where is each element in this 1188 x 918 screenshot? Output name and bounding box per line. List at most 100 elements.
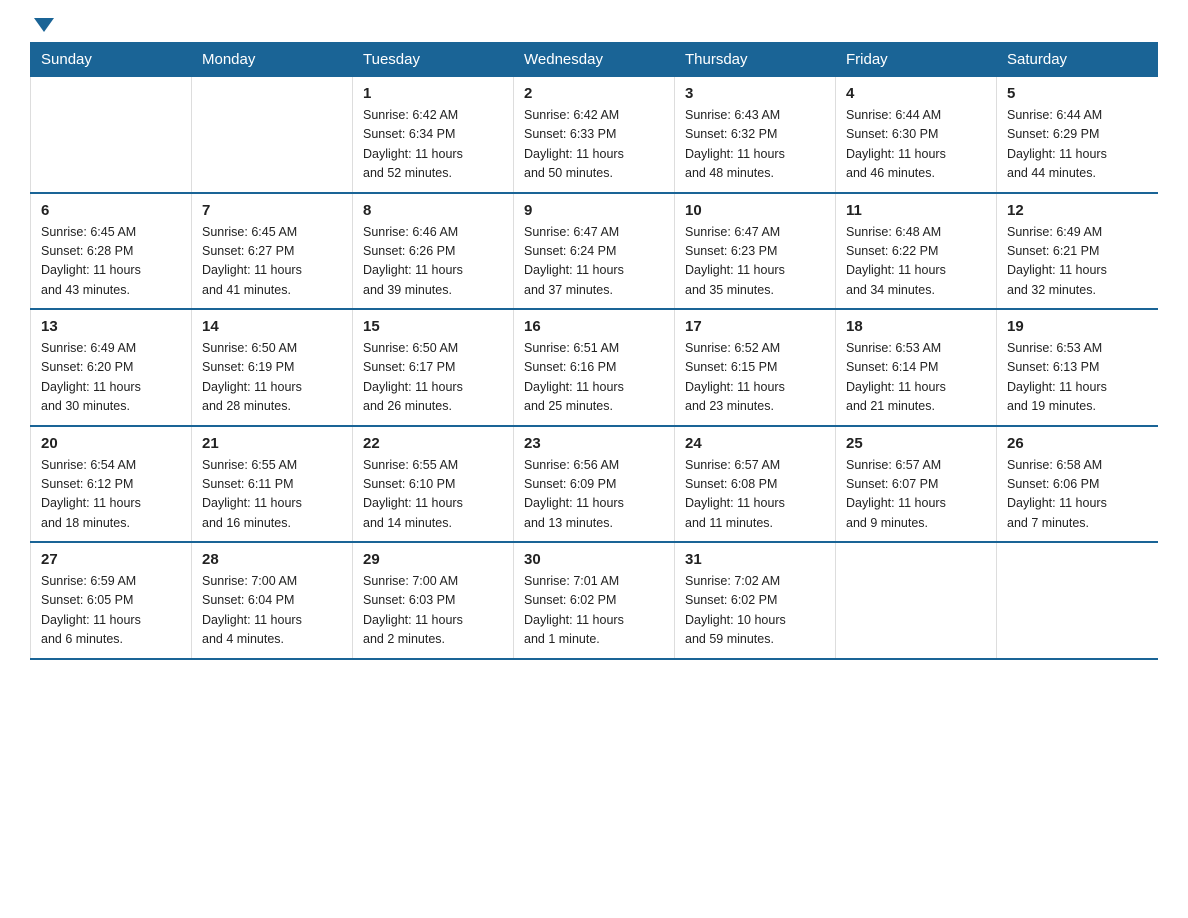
calendar-cell: 16 Sunrise: 6:51 AMSunset: 6:16 PMDayligh… (514, 309, 675, 426)
day-number: 19 (1007, 318, 1148, 335)
calendar-cell (31, 77, 192, 193)
calendar-header-thursday: Thursday (675, 43, 836, 77)
calendar-cell: 6 Sunrise: 6:45 AMSunset: 6:28 PMDaylight… (31, 193, 192, 310)
calendar-header-friday: Friday (836, 43, 997, 77)
day-number: 25 (846, 435, 986, 452)
day-number: 9 (524, 202, 664, 219)
calendar-cell: 31 Sunrise: 7:02 AMSunset: 6:02 PMDayligh… (675, 542, 836, 659)
day-number: 10 (685, 202, 825, 219)
day-number: 11 (846, 202, 986, 219)
day-number: 2 (524, 85, 664, 102)
calendar-cell: 2 Sunrise: 6:42 AMSunset: 6:33 PMDaylight… (514, 77, 675, 193)
day-number: 30 (524, 551, 664, 568)
calendar-cell: 20 Sunrise: 6:54 AMSunset: 6:12 PMDayligh… (31, 426, 192, 543)
calendar-cell: 27Sunrise: 6:59 AMSunset: 6:05 PMDayligh… (31, 542, 192, 659)
day-number: 24 (685, 435, 825, 452)
day-info: Sunrise: 6:51 AMSunset: 6:16 PMDaylight:… (524, 339, 664, 417)
calendar-cell: 9 Sunrise: 6:47 AMSunset: 6:24 PMDaylight… (514, 193, 675, 310)
day-number: 14 (202, 318, 342, 335)
day-info: Sunrise: 6:47 AMSunset: 6:24 PMDaylight:… (524, 223, 664, 301)
day-info: Sunrise: 6:46 AMSunset: 6:26 PMDaylight:… (363, 223, 503, 301)
day-number: 17 (685, 318, 825, 335)
calendar-cell: 13 Sunrise: 6:49 AMSunset: 6:20 PMDayligh… (31, 309, 192, 426)
calendar-header-monday: Monday (192, 43, 353, 77)
day-info: Sunrise: 6:53 AMSunset: 6:14 PMDaylight:… (846, 339, 986, 417)
day-info: Sunrise: 6:44 AMSunset: 6:29 PMDaylight:… (1007, 106, 1148, 184)
day-info: Sunrise: 7:01 AMSunset: 6:02 PMDaylight:… (524, 572, 664, 650)
day-info: Sunrise: 6:55 AMSunset: 6:11 PMDaylight:… (202, 456, 342, 534)
day-info: Sunrise: 6:56 AMSunset: 6:09 PMDaylight:… (524, 456, 664, 534)
day-number: 21 (202, 435, 342, 452)
day-number: 5 (1007, 85, 1148, 102)
calendar-cell: 17 Sunrise: 6:52 AMSunset: 6:15 PMDayligh… (675, 309, 836, 426)
calendar-table: SundayMondayTuesdayWednesdayThursdayFrid… (30, 42, 1158, 660)
day-info: Sunrise: 7:00 AMSunset: 6:03 PMDaylight:… (363, 572, 503, 650)
day-number: 13 (41, 318, 181, 335)
day-info: Sunrise: 6:54 AMSunset: 6:12 PMDaylight:… (41, 456, 181, 534)
calendar-cell: 1Sunrise: 6:42 AMSunset: 6:34 PMDaylight… (353, 77, 514, 193)
day-info: Sunrise: 6:50 AMSunset: 6:19 PMDaylight:… (202, 339, 342, 417)
day-number: 4 (846, 85, 986, 102)
day-number: 15 (363, 318, 503, 335)
calendar-cell: 3 Sunrise: 6:43 AMSunset: 6:32 PMDaylight… (675, 77, 836, 193)
day-number: 28 (202, 551, 342, 568)
calendar-cell: 4 Sunrise: 6:44 AMSunset: 6:30 PMDaylight… (836, 77, 997, 193)
calendar-header-sunday: Sunday (31, 43, 192, 77)
calendar-cell (192, 77, 353, 193)
calendar-header-tuesday: Tuesday (353, 43, 514, 77)
calendar-cell: 11Sunrise: 6:48 AMSunset: 6:22 PMDayligh… (836, 193, 997, 310)
day-info: Sunrise: 7:00 AMSunset: 6:04 PMDaylight:… (202, 572, 342, 650)
calendar-cell: 5 Sunrise: 6:44 AMSunset: 6:29 PMDaylight… (997, 77, 1158, 193)
day-info: Sunrise: 6:44 AMSunset: 6:30 PMDaylight:… (846, 106, 986, 184)
calendar-body: 1Sunrise: 6:42 AMSunset: 6:34 PMDaylight… (31, 77, 1158, 659)
logo-arrow-icon (34, 18, 54, 32)
day-number: 6 (41, 202, 181, 219)
day-info: Sunrise: 6:50 AMSunset: 6:17 PMDaylight:… (363, 339, 503, 417)
calendar-cell: 23 Sunrise: 6:56 AMSunset: 6:09 PMDayligh… (514, 426, 675, 543)
day-info: Sunrise: 6:49 AMSunset: 6:20 PMDaylight:… (41, 339, 181, 417)
day-number: 31 (685, 551, 825, 568)
logo (30, 20, 54, 32)
day-info: Sunrise: 6:53 AMSunset: 6:13 PMDaylight:… (1007, 339, 1148, 417)
day-info: Sunrise: 6:52 AMSunset: 6:15 PMDaylight:… (685, 339, 825, 417)
calendar-header: SundayMondayTuesdayWednesdayThursdayFrid… (31, 43, 1158, 77)
page-header (30, 20, 1158, 32)
calendar-cell (997, 542, 1158, 659)
calendar-cell: 29 Sunrise: 7:00 AMSunset: 6:03 PMDayligh… (353, 542, 514, 659)
day-number: 7 (202, 202, 342, 219)
day-number: 29 (363, 551, 503, 568)
day-info: Sunrise: 6:42 AMSunset: 6:34 PMDaylight:… (363, 106, 503, 184)
calendar-cell: 7 Sunrise: 6:45 AMSunset: 6:27 PMDaylight… (192, 193, 353, 310)
calendar-week-3: 20 Sunrise: 6:54 AMSunset: 6:12 PMDayligh… (31, 426, 1158, 543)
day-info: Sunrise: 6:49 AMSunset: 6:21 PMDaylight:… (1007, 223, 1148, 301)
day-info: Sunrise: 6:42 AMSunset: 6:33 PMDaylight:… (524, 106, 664, 184)
calendar-week-0: 1Sunrise: 6:42 AMSunset: 6:34 PMDaylight… (31, 77, 1158, 193)
day-number: 23 (524, 435, 664, 452)
day-number: 18 (846, 318, 986, 335)
calendar-header-wednesday: Wednesday (514, 43, 675, 77)
calendar-cell: 24Sunrise: 6:57 AMSunset: 6:08 PMDayligh… (675, 426, 836, 543)
day-number: 12 (1007, 202, 1148, 219)
day-info: Sunrise: 6:47 AMSunset: 6:23 PMDaylight:… (685, 223, 825, 301)
calendar-cell: 8 Sunrise: 6:46 AMSunset: 6:26 PMDaylight… (353, 193, 514, 310)
day-info: Sunrise: 6:43 AMSunset: 6:32 PMDaylight:… (685, 106, 825, 184)
day-number: 20 (41, 435, 181, 452)
day-number: 26 (1007, 435, 1148, 452)
logo-blue-row (30, 20, 54, 32)
calendar-cell: 15 Sunrise: 6:50 AMSunset: 6:17 PMDayligh… (353, 309, 514, 426)
calendar-cell: 28 Sunrise: 7:00 AMSunset: 6:04 PMDayligh… (192, 542, 353, 659)
day-info: Sunrise: 7:02 AMSunset: 6:02 PMDaylight:… (685, 572, 825, 650)
day-number: 16 (524, 318, 664, 335)
calendar-cell: 22Sunrise: 6:55 AMSunset: 6:10 PMDayligh… (353, 426, 514, 543)
calendar-cell: 26Sunrise: 6:58 AMSunset: 6:06 PMDayligh… (997, 426, 1158, 543)
calendar-cell (836, 542, 997, 659)
calendar-cell: 10 Sunrise: 6:47 AMSunset: 6:23 PMDayligh… (675, 193, 836, 310)
day-number: 8 (363, 202, 503, 219)
day-info: Sunrise: 6:45 AMSunset: 6:27 PMDaylight:… (202, 223, 342, 301)
calendar-cell: 14 Sunrise: 6:50 AMSunset: 6:19 PMDayligh… (192, 309, 353, 426)
calendar-cell: 30 Sunrise: 7:01 AMSunset: 6:02 PMDayligh… (514, 542, 675, 659)
day-number: 27 (41, 551, 181, 568)
day-info: Sunrise: 6:45 AMSunset: 6:28 PMDaylight:… (41, 223, 181, 301)
day-number: 3 (685, 85, 825, 102)
calendar-cell: 19 Sunrise: 6:53 AMSunset: 6:13 PMDayligh… (997, 309, 1158, 426)
